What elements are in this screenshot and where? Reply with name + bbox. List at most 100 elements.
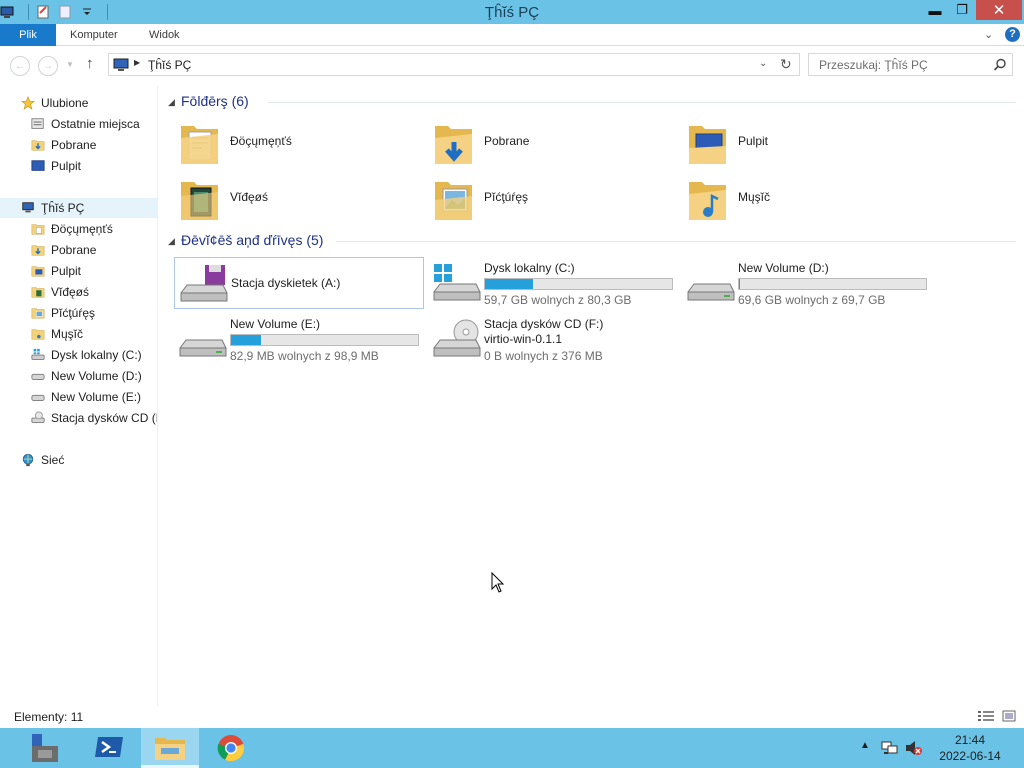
up-button[interactable]: ↑: [86, 55, 94, 72]
search-box[interactable]: [808, 53, 1013, 76]
drive-usage-bar: [230, 334, 419, 346]
documents-folder-icon: [181, 126, 218, 164]
sidebar-item-downloads-pc[interactable]: Pobrane: [0, 240, 157, 260]
taskbar-clock[interactable]: 21:44 2022-06-14: [930, 732, 1010, 764]
drive-label: Stacja dysków CD (F:): [484, 317, 604, 331]
details-view-icon[interactable]: [978, 710, 994, 722]
sidebar-item-network[interactable]: Sieć: [0, 450, 157, 470]
folder-videos[interactable]: Vĭđęøś: [160, 174, 410, 224]
sidebar-item-documents[interactable]: Đöçųmęņťś: [0, 219, 157, 239]
recent-locations-dropdown[interactable]: ▼: [66, 60, 74, 69]
address-bar[interactable]: ▶ Ţĥĭś PÇ ⌄ ↻: [108, 53, 800, 76]
search-input[interactable]: [809, 54, 989, 75]
folder-pictures[interactable]: Pĭćţúŕęş: [414, 174, 664, 224]
network-tray-button[interactable]: [878, 728, 900, 768]
large-icons-view-icon[interactable]: [1002, 710, 1016, 722]
group-divider: [336, 241, 1016, 242]
drive-c[interactable]: Dysk lokalny (C:) 59,7 GB wolnych z 80,3…: [428, 257, 678, 309]
drive-volume-label: virtio-win-0.1.1: [484, 332, 563, 346]
sidebar-item-label: Dysk lokalny (C:): [51, 348, 142, 362]
back-button[interactable]: ←: [10, 56, 30, 76]
folder-desktop[interactable]: Pulpit: [668, 118, 918, 168]
show-hidden-icons-button[interactable]: ▲: [856, 728, 872, 768]
pictures-folder-icon: [31, 308, 45, 319]
pictures-folder-icon: [435, 182, 472, 220]
file-explorer-button[interactable]: [141, 728, 199, 768]
sidebar-item-drive-f[interactable]: Stacja dysków CD (F: [0, 408, 157, 428]
collapse-icon[interactable]: ◢: [168, 97, 175, 108]
address-dropdown-icon[interactable]: ⌄: [759, 58, 767, 69]
refresh-icon[interactable]: ↻: [780, 56, 792, 73]
sidebar-item-label: Pĭćţúŕęş: [51, 306, 96, 320]
folder-label: Đöçųmęņťś: [230, 134, 292, 148]
server-manager-button[interactable]: [20, 728, 78, 768]
drive-usage-fill: [485, 279, 534, 289]
powershell-button[interactable]: [80, 728, 138, 768]
volume-tray-button[interactable]: [902, 728, 924, 768]
tab-computer[interactable]: Komputer: [60, 24, 128, 46]
music-folder-icon: [31, 329, 45, 340]
sidebar-item-desktop[interactable]: Pulpit: [0, 156, 157, 176]
star-icon: [21, 96, 35, 110]
devices-group-header[interactable]: ◢ Đēvĭ¢ēš aņđ ďŕīvęs (5): [168, 232, 1016, 252]
tab-view[interactable]: Widok: [139, 24, 190, 46]
desktop-icon: [31, 160, 45, 171]
sidebar-item-label: Stacja dysków CD (F: [51, 411, 157, 425]
minimize-button[interactable]: ▬: [922, 0, 948, 20]
pane-divider[interactable]: [157, 86, 158, 706]
folder-music[interactable]: Mųşĭč: [668, 174, 918, 224]
drive-d[interactable]: New Volume (D:) 69,6 GB wolnych z 69,7 G…: [682, 257, 932, 309]
forward-button[interactable]: →: [38, 56, 58, 76]
group-title: Đēvĭ¢ēš aņđ ďŕīvęs (5): [181, 232, 324, 248]
cd-drive-icon: [31, 411, 45, 423]
network-tray-icon: [881, 741, 898, 754]
expand-ribbon-icon[interactable]: ⌄: [984, 28, 993, 41]
sidebar-item-desktop-pc[interactable]: Pulpit: [0, 261, 157, 281]
help-icon[interactable]: ?: [1005, 27, 1020, 42]
close-button[interactable]: ✕: [976, 0, 1022, 20]
folder-documents[interactable]: Đöçųmęņťś: [160, 118, 410, 168]
sidebar-item-this-pc[interactable]: Ţĥĭś PÇ: [0, 198, 157, 218]
folders-group-header[interactable]: ◢ Fōlđērş (6): [168, 93, 1016, 113]
collapse-icon[interactable]: ◢: [168, 236, 175, 247]
sidebar-item-drive-d[interactable]: New Volume (D:): [0, 366, 157, 386]
sidebar-item-downloads[interactable]: Pobrane: [0, 135, 157, 155]
drive-f[interactable]: Stacja dysków CD (F:) virtio-win-0.1.1 0…: [428, 313, 678, 365]
drive-usage-bar: [484, 278, 673, 290]
drive-usage-bar: [738, 278, 927, 290]
breadcrumb-arrow-icon[interactable]: ▶: [134, 58, 140, 67]
search-icon[interactable]: [993, 58, 1007, 72]
computer-icon: [22, 202, 34, 213]
breadcrumb[interactable]: Ţĥĭś PÇ: [148, 58, 191, 72]
drive-usage-fill: [231, 335, 262, 345]
item-count: Elementy: 11: [14, 710, 84, 724]
desktop-folder-icon: [689, 126, 726, 164]
drive-e[interactable]: New Volume (E:) 82,9 MB wolnych z 98,9 M…: [174, 313, 424, 365]
ribbon-tabs: Plik Komputer Widok ⌄ ?: [0, 24, 1024, 46]
folder-label: Pĭćţúŕęş: [484, 190, 529, 204]
sidebar-item-drive-e[interactable]: New Volume (E:): [0, 387, 157, 407]
sidebar-item-label: Pulpit: [51, 264, 82, 278]
sidebar-item-pictures[interactable]: Pĭćţúŕęş: [0, 303, 157, 323]
clock-time: 21:44: [954, 733, 986, 747]
sidebar-item-music[interactable]: Mųşĭč: [0, 324, 157, 344]
chrome-button[interactable]: [202, 728, 260, 768]
downloads-folder-icon: [31, 140, 45, 151]
drive-a[interactable]: Stacja dyskietek (A:): [174, 257, 424, 309]
powershell-icon: [95, 737, 123, 757]
tab-file[interactable]: Plik: [0, 24, 56, 46]
sidebar-item-recent-places[interactable]: Ostatnie miejsca: [0, 114, 157, 134]
floppy-drive-icon: [180, 265, 228, 302]
hard-drive-icon: [687, 283, 735, 301]
network-icon: [22, 453, 34, 467]
maximize-button[interactable]: ❐: [949, 0, 975, 20]
status-bar: Elementy: 11: [0, 706, 1024, 728]
drive-label: New Volume (E:): [230, 317, 321, 331]
sidebar-item-drive-c[interactable]: Dysk lokalny (C:): [0, 345, 157, 365]
navigation-pane: Ulubione Ostatnie miejsca Pobrane Pulpit…: [0, 86, 158, 706]
folder-downloads[interactable]: Pobrane: [414, 118, 664, 168]
sidebar-item-videos[interactable]: Vĭđęøś: [0, 282, 157, 302]
videos-folder-icon: [31, 287, 45, 298]
folder-label: Vĭđęøś: [230, 190, 269, 204]
sidebar-item-favorites[interactable]: Ulubione: [0, 93, 157, 113]
